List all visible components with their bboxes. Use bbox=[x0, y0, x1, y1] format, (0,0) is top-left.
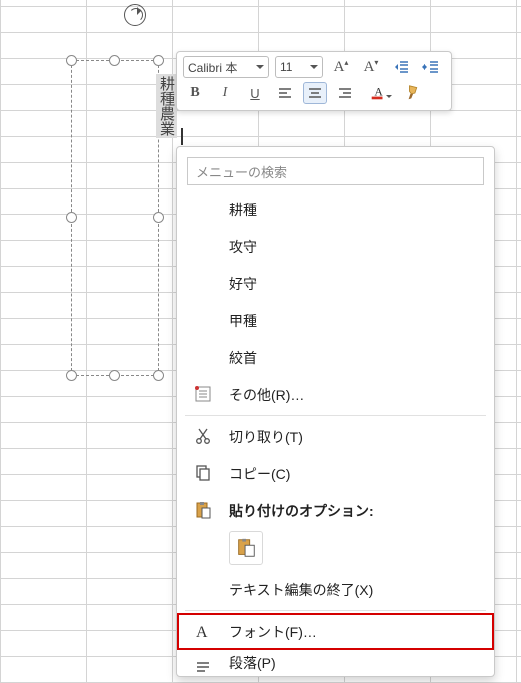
svg-text:A: A bbox=[196, 624, 208, 641]
menu-paste-options-label: 貼り付けのオプション: bbox=[177, 492, 494, 529]
resize-handle-tl[interactable] bbox=[66, 55, 77, 66]
ime-candidate-5[interactable]: 絞首 bbox=[177, 339, 494, 376]
align-right-icon bbox=[336, 84, 354, 102]
increase-font-size-button[interactable]: A▴ bbox=[329, 56, 353, 78]
paste-options-row bbox=[177, 529, 494, 571]
copy-icon bbox=[193, 463, 213, 483]
resize-handle-bl[interactable] bbox=[66, 370, 77, 381]
bold-icon: B bbox=[190, 85, 199, 101]
resize-handle-tr[interactable] bbox=[153, 55, 164, 66]
resize-handle-mr[interactable] bbox=[153, 212, 164, 223]
paintbrush-icon bbox=[405, 84, 423, 102]
font-size-dropdown[interactable]: 11 bbox=[275, 56, 323, 78]
font-color-icon: A bbox=[369, 84, 387, 102]
list-icon bbox=[193, 384, 213, 404]
align-left-button[interactable] bbox=[273, 82, 297, 104]
menu-font[interactable]: A フォント(F)… bbox=[177, 613, 494, 650]
increase-font-icon: A▴ bbox=[334, 58, 349, 76]
menu-paragraph[interactable]: 段落(P) bbox=[177, 650, 494, 676]
decrease-font-size-button[interactable]: A▾ bbox=[359, 56, 383, 78]
ime-candidate-4[interactable]: 甲種 bbox=[177, 302, 494, 339]
paste-option-button[interactable] bbox=[229, 531, 263, 565]
clipboard-icon bbox=[193, 500, 213, 520]
decrease-indent-button[interactable] bbox=[389, 56, 413, 78]
align-left-icon bbox=[276, 84, 294, 102]
font-name-dropdown[interactable]: Calibri 本 bbox=[183, 56, 269, 78]
menu-search-placeholder: メニューの検索 bbox=[196, 162, 287, 181]
ime-candidate-3[interactable]: 好守 bbox=[177, 265, 494, 302]
selected-textbox[interactable] bbox=[71, 60, 159, 376]
chevron-down-icon bbox=[256, 65, 264, 73]
bold-button[interactable]: B bbox=[183, 82, 207, 104]
format-painter-button[interactable] bbox=[399, 82, 429, 104]
align-right-button[interactable] bbox=[333, 82, 357, 104]
align-center-icon bbox=[306, 84, 324, 102]
font-color-button[interactable]: A bbox=[363, 82, 393, 104]
increase-indent-icon bbox=[422, 58, 440, 76]
context-menu: メニューの検索 耕種 攻守 好守 甲種 絞首 その他(R)… 切り取り(T) コ… bbox=[176, 146, 495, 677]
increase-indent-button[interactable] bbox=[419, 56, 443, 78]
menu-copy[interactable]: コピー(C) bbox=[177, 455, 494, 492]
italic-icon: I bbox=[223, 85, 228, 101]
chevron-down-icon bbox=[310, 65, 318, 73]
resize-handle-ml[interactable] bbox=[66, 212, 77, 223]
menu-search-input[interactable]: メニューの検索 bbox=[187, 157, 484, 185]
ime-other[interactable]: その他(R)… bbox=[177, 376, 494, 413]
menu-separator bbox=[185, 610, 486, 611]
font-size-value: 11 bbox=[280, 60, 310, 74]
resize-handle-bm[interactable] bbox=[109, 370, 120, 381]
menu-cut[interactable]: 切り取り(T) bbox=[177, 418, 494, 455]
menu-separator bbox=[185, 415, 486, 416]
underline-icon: U bbox=[250, 86, 259, 101]
letter-a-icon: A bbox=[193, 621, 213, 641]
ime-candidate-2[interactable]: 攻守 bbox=[177, 228, 494, 265]
chevron-down-icon bbox=[386, 95, 392, 101]
decrease-font-icon: A▾ bbox=[364, 58, 379, 76]
resize-handle-tm[interactable] bbox=[109, 55, 120, 66]
mini-toolbar: Calibri 本 11 A▴ A▾ B I U A bbox=[176, 51, 452, 111]
scissors-icon bbox=[193, 426, 213, 446]
align-center-button[interactable] bbox=[303, 82, 327, 104]
rotate-handle-icon[interactable] bbox=[124, 4, 146, 26]
italic-button[interactable]: I bbox=[213, 82, 237, 104]
text-cursor bbox=[181, 128, 183, 145]
ime-candidate-1[interactable]: 耕種 bbox=[177, 191, 494, 228]
underline-button[interactable]: U bbox=[243, 82, 267, 104]
textbox-content-label: 耕種農業 bbox=[156, 74, 177, 138]
clipboard-paste-icon bbox=[235, 537, 257, 559]
resize-handle-br[interactable] bbox=[153, 370, 164, 381]
menu-exit-text-edit[interactable]: テキスト編集の終了(X) bbox=[177, 571, 494, 608]
font-name-value: Calibri 本 bbox=[188, 59, 256, 76]
decrease-indent-icon bbox=[392, 58, 410, 76]
paragraph-icon bbox=[193, 658, 213, 676]
